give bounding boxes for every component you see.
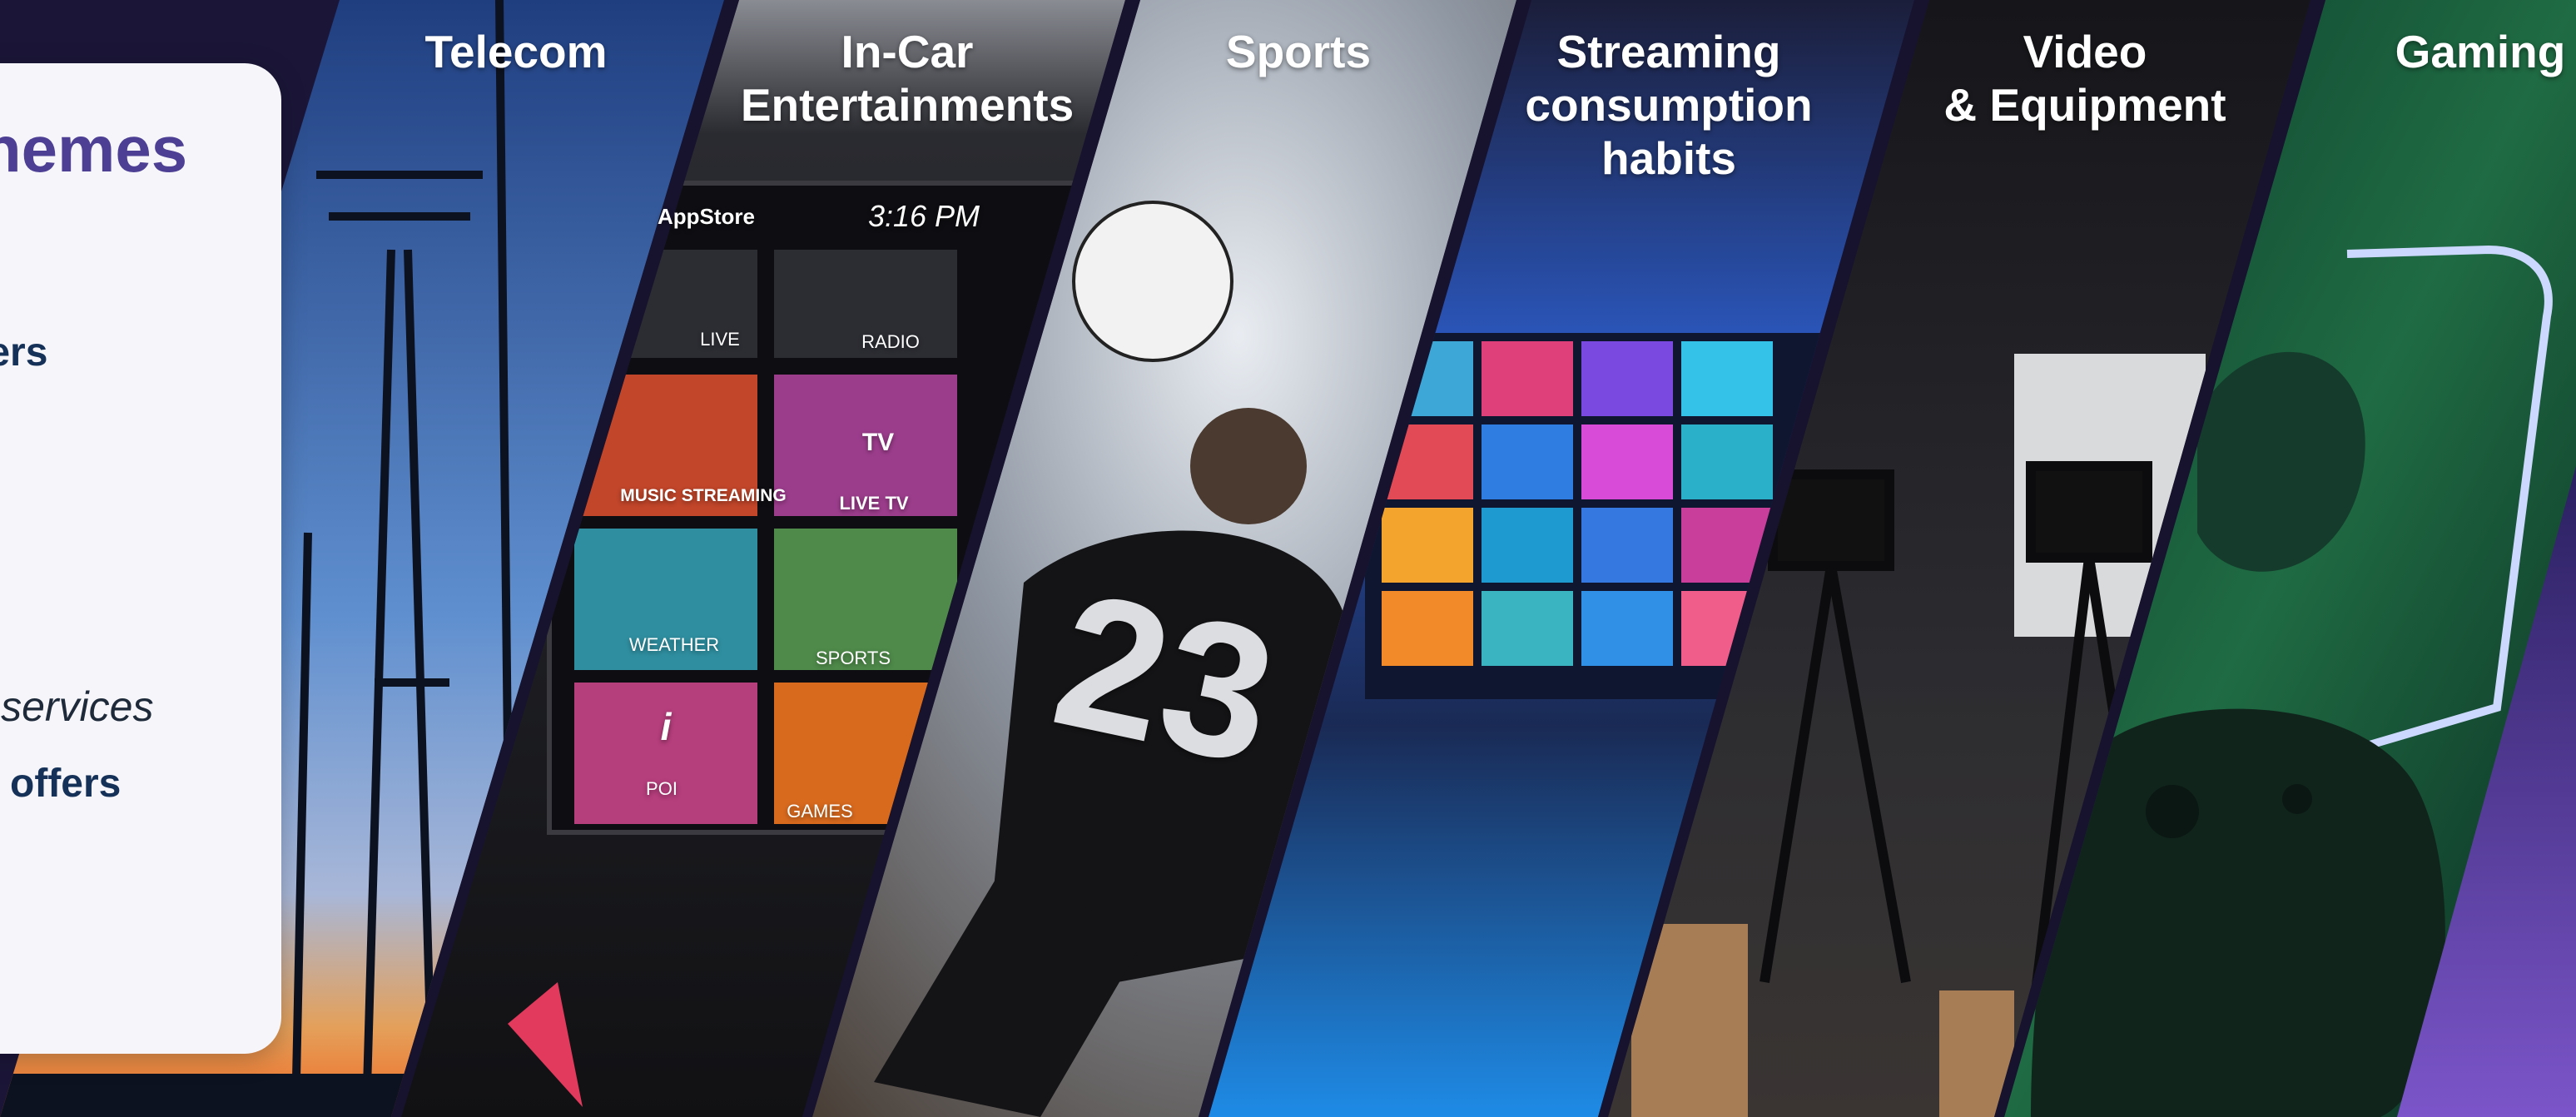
- card-line-2: y, services: [0, 683, 154, 730]
- panel-label-video: Video & Equipment: [1943, 26, 2226, 131]
- tile-radio: RADIO: [861, 331, 920, 352]
- panel-label-telecom: Telecom: [424, 26, 608, 77]
- soccer-ball-icon: [1072, 201, 1233, 362]
- tile-music-streaming: MUSIC STREAMING: [620, 486, 787, 505]
- info-card: themes ders y, services e) offers: [0, 63, 281, 1054]
- card-line-1: ders: [0, 330, 48, 375]
- tile-live: LIVE: [700, 329, 740, 350]
- poi-glyph: i: [660, 705, 672, 748]
- panels-graphic: [0, 0, 2576, 1117]
- tile-weather: WEATHER: [628, 634, 720, 655]
- screen-time: 3:16 PM: [867, 199, 980, 233]
- screen-store: AppStore: [658, 204, 755, 229]
- tile-games: GAMES: [787, 801, 853, 822]
- card-heading: themes: [0, 112, 188, 186]
- panel-label-gaming: Gaming: [2395, 26, 2566, 77]
- tile-poi: POI: [646, 778, 678, 799]
- tile-sports: SPORTS: [815, 648, 891, 668]
- tile-live-tv: LIVE TV: [839, 493, 909, 514]
- panel-label-streaming: Streaming consumption habits: [1525, 26, 1813, 184]
- tv-badge: TV: [861, 429, 895, 456]
- collage-banner: Telecom In-Car Entertainments Sports Str…: [0, 0, 2576, 1117]
- card-line-3: e) offers: [0, 762, 122, 806]
- panel-label-sports: Sports: [1225, 26, 1372, 77]
- panel-label-in-car: In-Car Entertainments: [740, 26, 1075, 131]
